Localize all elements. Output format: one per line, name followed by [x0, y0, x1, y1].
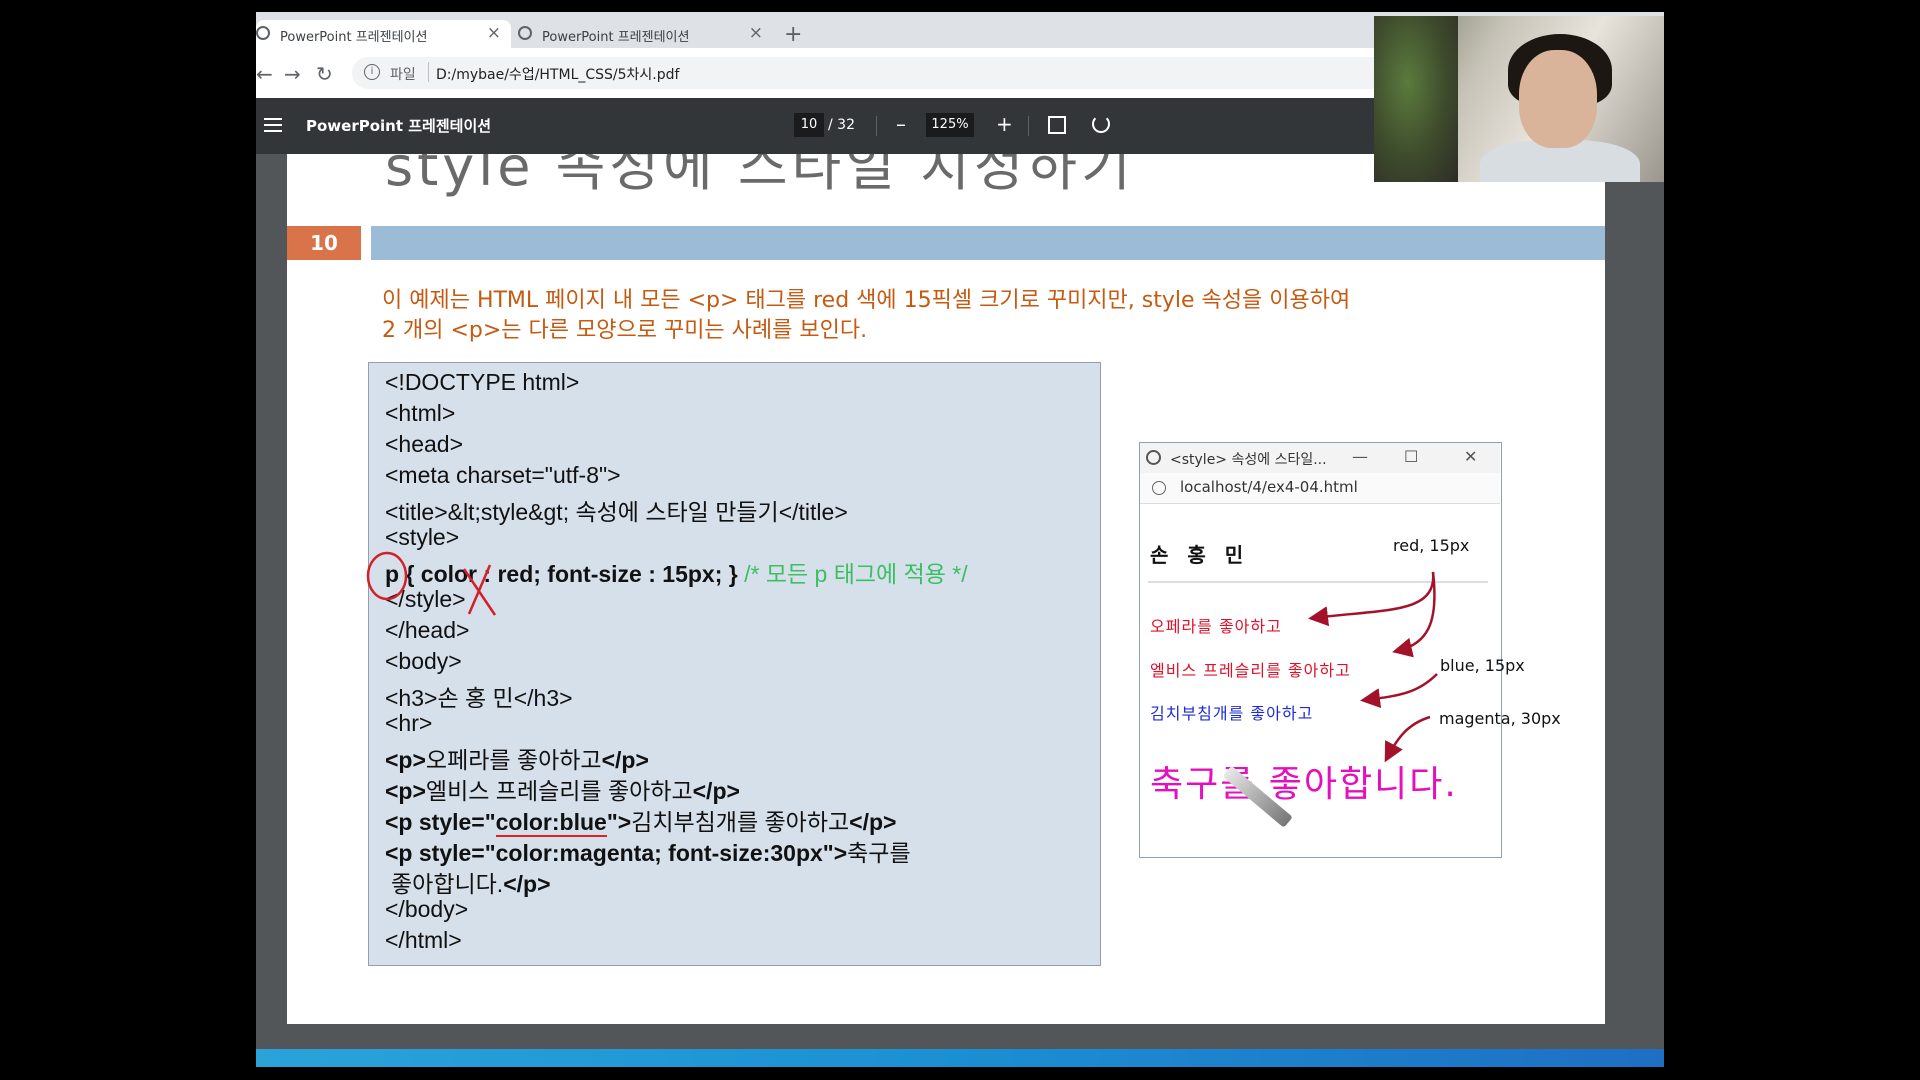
- code-line: <html>: [385, 400, 456, 426]
- taskbar-band: [256, 1049, 1664, 1067]
- code-tag: </p>: [692, 778, 740, 804]
- info-icon[interactable]: i: [364, 64, 380, 80]
- slide-description-line-2: 2 개의 <p>는 다른 모양으로 꾸미는 사례를 보인다.: [382, 318, 868, 343]
- preview-browser-window: <style> 속성에 스타일... — ☐ ✕ localhost/4/ex4…: [1139, 442, 1502, 858]
- code-tag: <p style=": [385, 809, 496, 835]
- code-text: 엘비스 프레슬리를 좋아하고: [425, 778, 693, 804]
- code-line: <!DOCTYPE html>: [385, 369, 580, 395]
- code-line: </style>: [385, 586, 466, 612]
- code-line: <p style="color:magenta; font-size:30px"…: [385, 834, 911, 868]
- pdf-page: style 속성에 스타일 지정하기 10 이 예제는 HTML 페이지 내 모…: [287, 154, 1605, 1024]
- toolbar-divider: [876, 116, 877, 136]
- address-scheme: 파일: [390, 67, 416, 83]
- code-tag: <p style="color:magenta; font-size:30px"…: [385, 840, 848, 866]
- tab-2[interactable]: PowerPoint 프레젠테이션 ×: [518, 20, 773, 48]
- close-icon[interactable]: ×: [487, 23, 501, 43]
- code-box: <!DOCTYPE html> <html> <head> <meta char…: [368, 362, 1101, 966]
- code-line: <title>&lt;style&gt; 속성에 스타일 만들기</title>: [385, 499, 848, 525]
- forward-arrow-icon[interactable]: →: [284, 62, 301, 86]
- style-rule-comment: /* 모든 p 태그에 적용 */: [737, 561, 968, 587]
- preview-window-title: <style> 속성에 스타일...: [1170, 452, 1327, 468]
- code-line: <style>: [385, 524, 460, 550]
- code-tag: </p>: [503, 871, 551, 897]
- code-line: <hr>: [385, 710, 433, 736]
- zoom-in-button[interactable]: +: [996, 112, 1013, 136]
- code-text: 김치부침개를 좋아하고: [631, 809, 850, 835]
- pdf-document-title: PowerPoint 프레젠테이션: [306, 117, 492, 135]
- preview-address-bar: localhost/4/ex4-04.html: [1140, 473, 1500, 504]
- annotation-blue: blue, 15px: [1440, 656, 1525, 675]
- code-line-style-rule: p { color : red; font-size : 15px; } /* …: [385, 555, 968, 589]
- close-icon: ✕: [1464, 447, 1478, 466]
- code-line: </body>: [385, 896, 469, 922]
- address-bar[interactable]: i 파일 D:/mybae/수업/HTML_CSS/5차시.pdf: [352, 57, 1532, 89]
- code-line: </html>: [385, 927, 462, 953]
- globe-icon: [518, 26, 532, 40]
- fit-page-icon[interactable]: [1048, 116, 1066, 134]
- maximize-icon: ☐: [1404, 447, 1419, 466]
- preview-paragraph-4: 축구를 좋아합니다.: [1150, 764, 1458, 805]
- code-line: <p style="color:blue">김치부침개를 좋아하고</p>: [385, 803, 896, 837]
- back-arrow-icon[interactable]: ←: [256, 62, 273, 86]
- code-line: <p>엘비스 프레슬리를 좋아하고</p>: [385, 772, 740, 806]
- annotation-magenta: magenta, 30px: [1439, 709, 1561, 728]
- code-tag: <p>: [385, 747, 426, 773]
- annotation-red: red, 15px: [1393, 536, 1470, 555]
- page-number-input[interactable]: 10: [794, 113, 824, 137]
- tab-1-label: PowerPoint 프레젠테이션: [280, 30, 428, 45]
- globe-icon: [256, 26, 270, 40]
- new-tab-button[interactable]: +: [784, 22, 802, 47]
- webcam-plant: [1374, 16, 1458, 182]
- code-line: <meta charset="utf-8">: [385, 462, 621, 488]
- toolbar-divider: [1028, 116, 1029, 136]
- code-line: <h3>손 홍 민</h3>: [385, 685, 573, 711]
- page-total: / 32: [828, 117, 855, 133]
- code-tag: </p>: [601, 747, 649, 773]
- tab-1[interactable]: PowerPoint 프레젠테이션 ×: [256, 20, 511, 48]
- code-tag: ">: [606, 809, 632, 835]
- code-style-value: color:blue: [495, 809, 607, 837]
- code-tag: </p>: [849, 809, 897, 835]
- preview-paragraph-3: 김치부침개를 좋아하고: [1150, 704, 1314, 723]
- info-icon: [1152, 481, 1166, 495]
- rotate-icon[interactable]: [1092, 115, 1110, 133]
- slide-page-number: 10: [287, 226, 361, 260]
- zoom-out-button[interactable]: –: [896, 112, 906, 136]
- webcam-face: [1519, 50, 1597, 148]
- slide-description-line-1: 이 예제는 HTML 페이지 내 모든 <p> 태그를 red 색에 15픽셀 …: [382, 288, 1351, 313]
- code-text: 좋아합니다.: [391, 871, 504, 897]
- preview-heading: 손 홍 민: [1150, 543, 1250, 567]
- code-line: <head>: [385, 431, 464, 457]
- code-line: </head>: [385, 617, 470, 643]
- code-text: 축구를: [847, 840, 911, 866]
- code-tag: <p>: [385, 778, 426, 804]
- globe-icon: [1146, 450, 1161, 465]
- slide-title: style 속성에 스타일 지정하기: [385, 154, 1135, 198]
- address-separator: [428, 62, 429, 82]
- zoom-level[interactable]: 125%: [926, 113, 974, 137]
- screen: PowerPoint 프레젠테이션 × PowerPoint 프레젠테이션 × …: [256, 12, 1664, 1067]
- reload-icon[interactable]: ↻: [316, 62, 333, 86]
- code-line: <p>오페라를 좋아하고</p>: [385, 741, 649, 775]
- menu-icon[interactable]: [264, 118, 282, 132]
- code-text: 오페라를 좋아하고: [425, 747, 602, 773]
- preview-paragraph-2: 엘비스 프레슬리를 좋아하고: [1150, 661, 1351, 680]
- preview-hr: [1148, 581, 1488, 583]
- webcam-overlay: [1374, 16, 1664, 182]
- tab-2-label: PowerPoint 프레젠테이션: [542, 30, 690, 45]
- code-line: <body>: [385, 648, 462, 674]
- preview-paragraph-1: 오페라를 좋아하고: [1150, 617, 1282, 636]
- code-line: 좋아합니다.</p>: [391, 865, 551, 899]
- address-url[interactable]: D:/mybae/수업/HTML_CSS/5차시.pdf: [436, 64, 679, 84]
- preview-titlebar: <style> 속성에 스타일... — ☐ ✕: [1140, 443, 1500, 473]
- slide-title-bar: [371, 226, 1605, 260]
- preview-url: localhost/4/ex4-04.html: [1180, 478, 1358, 496]
- minimize-icon: —: [1352, 447, 1368, 466]
- style-rule-code: p { color : red; font-size : 15px; }: [385, 561, 738, 587]
- close-icon[interactable]: ×: [749, 23, 763, 43]
